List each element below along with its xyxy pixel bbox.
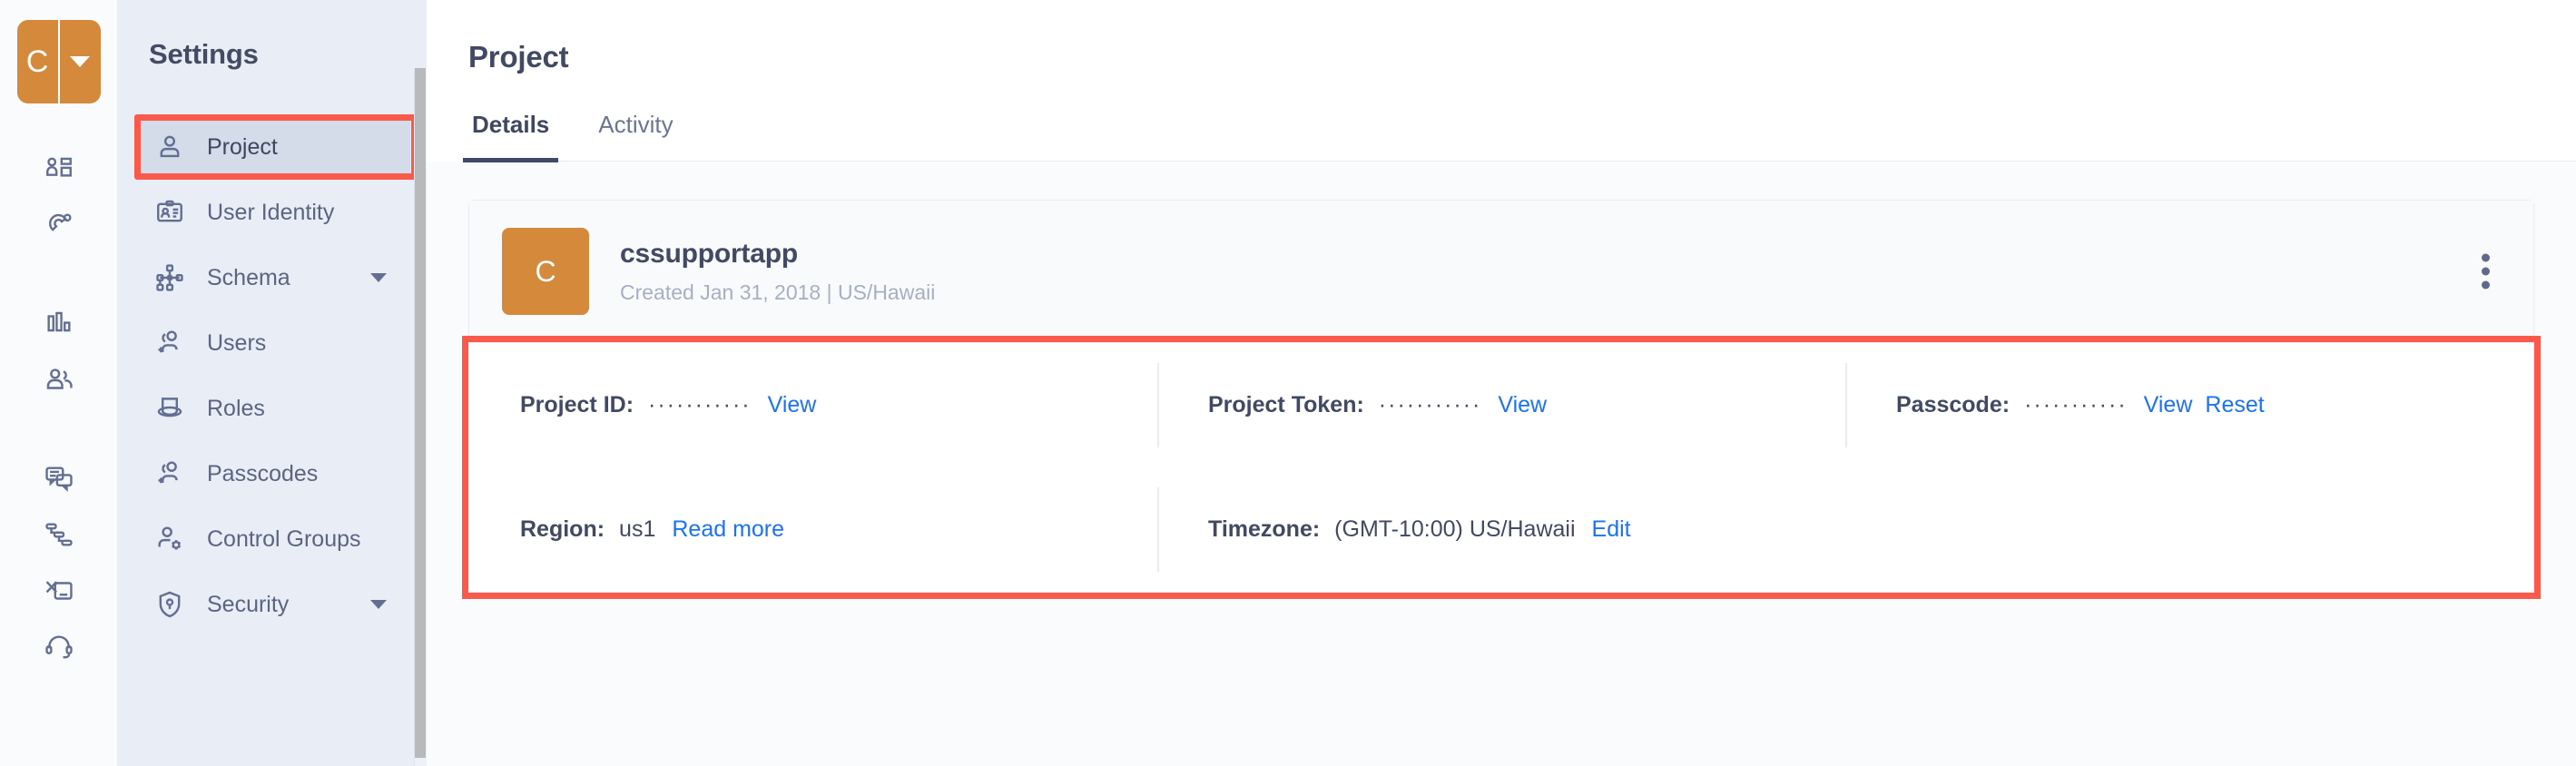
field-label: Region:: [520, 516, 605, 542]
tab-details[interactable]: Details: [462, 111, 559, 162]
region-value: us1: [619, 516, 656, 542]
reports-icon: [44, 309, 74, 344]
kebab-dot: [2482, 280, 2490, 290]
field-label: Passcode:: [1896, 392, 2011, 417]
sidebar-item-label: Roles: [207, 395, 265, 421]
user-icon: [152, 130, 187, 164]
chevron-down-icon[interactable]: [370, 273, 387, 282]
users-add-icon: [152, 326, 187, 360]
users-add-icon: [152, 457, 187, 491]
field-label: Project Token:: [1208, 392, 1364, 417]
workspace-logo-button[interactable]: C: [16, 20, 101, 103]
view-project-id-link[interactable]: View: [768, 392, 817, 418]
sidebar-item-user-identity[interactable]: User Identity: [134, 180, 410, 245]
rail-item-magnet[interactable]: [0, 200, 117, 256]
masked-value: ···········: [1378, 392, 1482, 417]
messages-icon: [44, 463, 74, 498]
reset-passcode-link[interactable]: Reset: [2205, 392, 2264, 418]
main-content: Project Details Activity C cssupportapp …: [427, 0, 2576, 766]
chevron-down-icon: [70, 56, 90, 67]
rail-item-dashboard[interactable]: [0, 143, 117, 200]
rail-item-campaigns[interactable]: [0, 565, 117, 621]
view-passcode-link[interactable]: View: [2144, 392, 2193, 418]
magnet-icon: [44, 211, 74, 246]
sidebar-item-label: Security: [207, 591, 290, 617]
project-name: cssupportapp: [620, 238, 798, 269]
sidebar-item-roles[interactable]: Roles: [134, 376, 410, 441]
sidebar-scrollbar-thumb[interactable]: [415, 68, 426, 758]
timezone-value: (GMT-10:00) US/Hawaii: [1334, 516, 1576, 542]
tab-activity[interactable]: Activity: [595, 111, 676, 161]
kebab-dot: [2482, 267, 2490, 276]
field-timezone: Timezone: (GMT-10:00) US/Hawaii Edit: [1157, 467, 1845, 592]
field-passcode: Passcode: ··········· View Reset: [1845, 343, 2533, 467]
field-label: Project ID:: [520, 392, 634, 417]
field-project-id: Project ID: ··········· View: [469, 343, 1157, 467]
rail-item-support[interactable]: [0, 621, 117, 677]
id-card-icon: [152, 195, 187, 230]
kebab-dot: [2482, 253, 2490, 262]
page-title: Project: [468, 40, 569, 74]
sidebar-item-security[interactable]: Security: [134, 572, 410, 637]
field-label: Timezone:: [1208, 516, 1321, 542]
audience-icon: [44, 365, 74, 400]
support-icon: [44, 632, 74, 667]
rail-item-reports[interactable]: [0, 298, 117, 354]
rail-item-audience[interactable]: [0, 354, 117, 410]
field-region: Region: us1 Read more: [469, 467, 1157, 592]
details-row-credentials: Project ID: ··········· View Project Tok…: [469, 343, 2533, 467]
hat-icon: [152, 391, 187, 426]
rail-icon-list: [0, 143, 117, 677]
settings-sidebar: Settings Project User Identity Schema Us…: [118, 0, 427, 766]
sidebar-item-users[interactable]: Users: [134, 310, 410, 376]
project-meta: Created Jan 31, 2018 | US/Hawaii: [620, 280, 936, 304]
sidebar-item-passcodes[interactable]: Passcodes: [134, 441, 410, 506]
rail-item-journeys[interactable]: [0, 508, 117, 565]
details-row-location: Region: us1 Read more Timezone: (GMT-10:…: [469, 467, 2533, 592]
field-empty-placeholder: [1845, 467, 2533, 592]
sidebar-title: Settings: [149, 38, 259, 70]
avatar: C: [502, 228, 589, 315]
project-card-header: C cssupportapp Created Jan 31, 2018 | US…: [469, 201, 2533, 343]
chevron-down-icon[interactable]: [370, 600, 387, 609]
project-details-grid: Project ID: ··········· View Project Tok…: [462, 336, 2541, 599]
dashboard-icon: [44, 154, 74, 190]
sidebar-item-label: Control Groups: [207, 525, 361, 552]
sidebar-item-control-groups[interactable]: Control Groups: [134, 506, 410, 572]
sidebar-item-schema[interactable]: Schema: [134, 245, 410, 310]
project-card: C cssupportapp Created Jan 31, 2018 | US…: [462, 200, 2541, 599]
tab-bar: Details Activity: [462, 111, 2576, 162]
project-card-text: cssupportapp Created Jan 31, 2018 | US/H…: [620, 239, 935, 305]
main-header: Project Details Activity: [427, 0, 2576, 162]
view-project-token-link[interactable]: View: [1498, 392, 1547, 418]
region-read-more-link[interactable]: Read more: [672, 516, 784, 543]
sidebar-item-label: User Identity: [207, 199, 335, 225]
sidebar-item-label: Users: [207, 329, 267, 356]
masked-value: ···········: [648, 392, 752, 417]
sidebar-item-project[interactable]: Project: [134, 114, 410, 180]
shield-lock-icon: [152, 587, 187, 622]
user-gear-icon: [152, 522, 187, 556]
masked-value: ···········: [2024, 392, 2128, 417]
sidebar-item-label: Project: [207, 133, 278, 160]
rail-item-messages[interactable]: [0, 452, 117, 508]
app-root: C Settings Project User Identity Schema …: [0, 0, 2576, 766]
schema-icon: [152, 260, 187, 295]
kebab-menu-icon[interactable]: [2476, 249, 2495, 295]
field-project-token: Project Token: ··········· View: [1157, 343, 1845, 467]
campaigns-icon: [44, 575, 74, 611]
timezone-edit-link[interactable]: Edit: [1592, 516, 1631, 543]
sidebar-nav: Project User Identity Schema Users Roles…: [118, 114, 427, 637]
workspace-initial: C: [17, 20, 60, 103]
content-area: C cssupportapp Created Jan 31, 2018 | US…: [427, 162, 2576, 766]
journeys-icon: [44, 519, 74, 555]
icon-rail: C: [0, 0, 118, 766]
sidebar-item-label: Passcodes: [207, 460, 319, 486]
sidebar-item-label: Schema: [207, 264, 290, 290]
workspace-dropdown-toggle[interactable]: [60, 20, 101, 103]
